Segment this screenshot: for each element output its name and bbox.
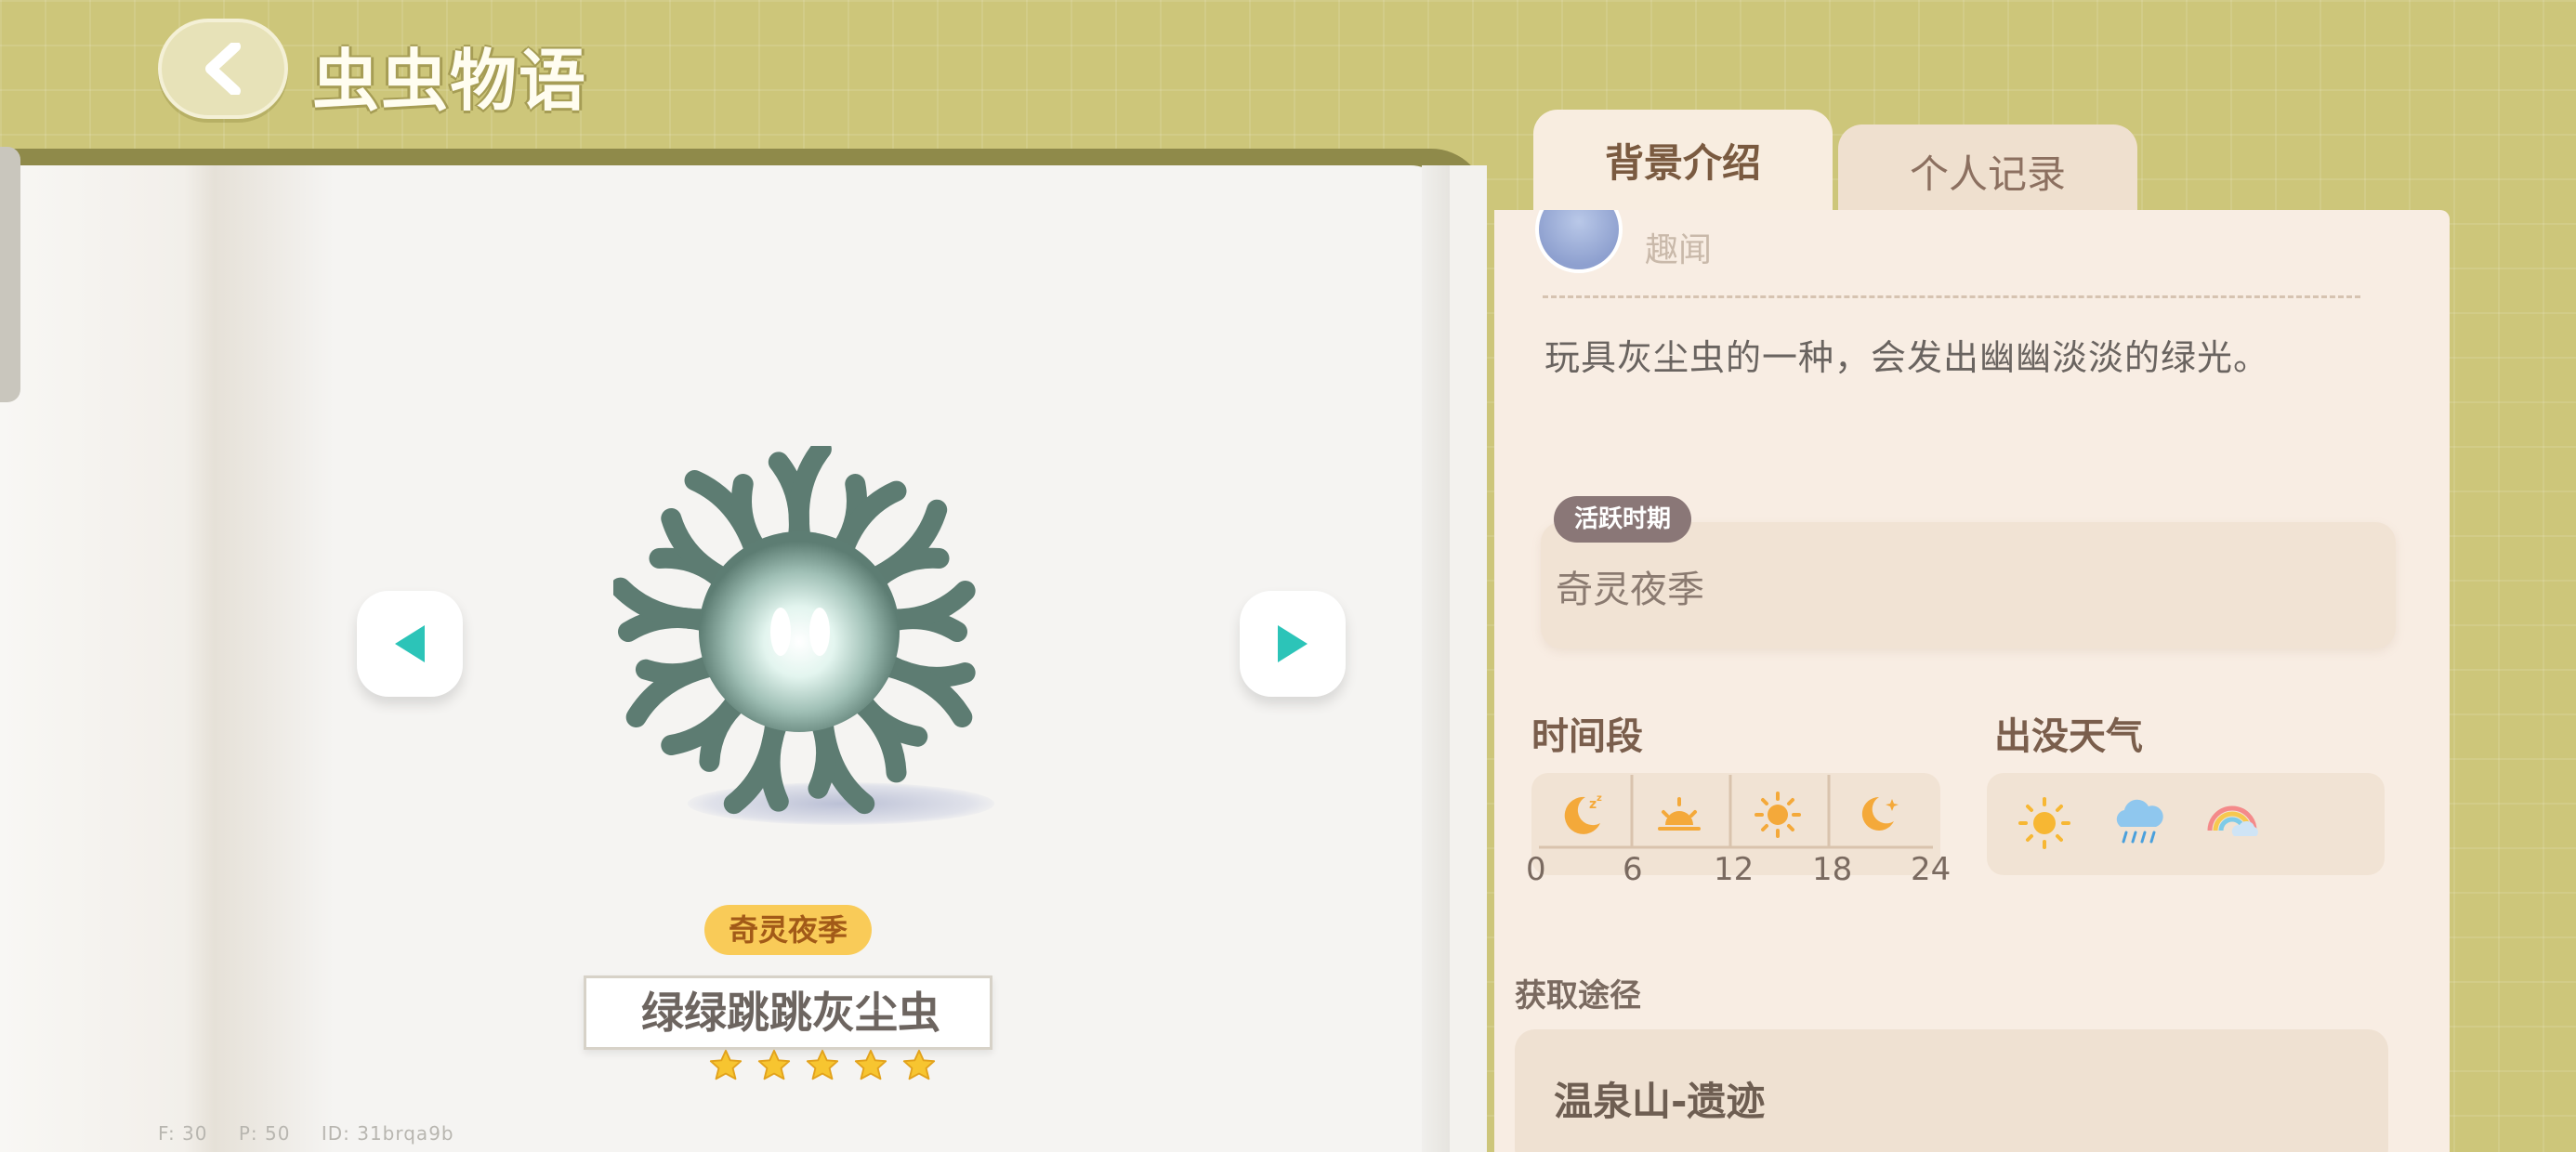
bug-description: 玩具灰尘虫的一种，会发出幽幽淡淡的绿光。	[1544, 337, 2270, 378]
weather-card	[1987, 773, 2385, 875]
obtain-location: 温泉山-遗迹	[1554, 1079, 1766, 1124]
bug-name-plate: 绿绿跳跳灰尘虫	[584, 975, 992, 1050]
moon-star-icon	[1861, 796, 1899, 831]
page-gutter	[1450, 165, 1487, 1152]
obtain-location-card[interactable]: 温泉山-遗迹	[1515, 1029, 2388, 1152]
info-panel: 趣闻 玩具灰尘虫的一种，会发出幽幽淡淡的绿光。 活跃时期 奇灵夜季 时间段 出没…	[1494, 210, 2450, 1152]
active-period-badge: 活跃时期	[1554, 496, 1692, 543]
back-button[interactable]	[158, 19, 288, 119]
chevron-left-icon	[205, 43, 241, 95]
tab-label: 背景介绍	[1604, 140, 1761, 186]
svg-text:z: z	[1589, 797, 1597, 812]
divider	[1543, 295, 2360, 298]
tick-label: 18	[1812, 851, 1853, 888]
page-edge	[1422, 165, 1450, 1152]
star-icon	[854, 1049, 887, 1080]
star-icon	[757, 1049, 791, 1080]
season-badge: 奇灵夜季	[704, 905, 872, 955]
tab-personal-record[interactable]: 个人记录	[1838, 124, 2137, 216]
svg-text:z: z	[1597, 793, 1602, 804]
author-name: 趣闻	[1645, 231, 1713, 269]
tick-label: 0	[1526, 851, 1546, 888]
star-icon	[902, 1049, 936, 1080]
debug-fps: F: 30	[158, 1122, 208, 1145]
tab-background-intro[interactable]: 背景介绍	[1533, 110, 1833, 216]
tick-label: 24	[1911, 851, 1952, 888]
bug-name: 绿绿跳跳灰尘虫	[641, 988, 940, 1038]
rarity-stars	[708, 1048, 937, 1083]
tick-label: 6	[1623, 851, 1643, 888]
time-period-title: 时间段	[1531, 715, 1643, 758]
sleeping-moon-icon: z z	[1564, 793, 1602, 834]
triangle-right-icon	[1278, 625, 1308, 662]
weather-title: 出没天气	[1994, 715, 2143, 758]
previous-bug-button[interactable]	[357, 591, 463, 697]
sun-icon	[1755, 792, 1801, 838]
tab-label: 个人记录	[1909, 151, 2066, 197]
active-period-value: 奇灵夜季	[1556, 569, 1704, 611]
star-icon	[806, 1049, 839, 1080]
creature-illustration	[613, 446, 976, 815]
time-period-card: z z 0 6 12 18 24	[1526, 773, 1951, 888]
sunrise-icon	[1658, 797, 1701, 831]
debug-id: ID: 31brqa9b	[321, 1122, 454, 1145]
triangle-left-icon	[395, 625, 425, 662]
rainbow-icon	[2207, 805, 2258, 836]
star-icon	[709, 1049, 743, 1080]
obtain-title: 获取途径	[1515, 977, 1641, 1015]
side-scroll-handle[interactable]	[0, 147, 20, 402]
tick-label: 12	[1714, 851, 1755, 888]
next-bug-button[interactable]	[1240, 591, 1346, 697]
avatar	[1535, 210, 1623, 273]
page-title: 虫虫物语	[312, 42, 588, 120]
page-spine	[0, 165, 335, 1152]
rain-icon	[2116, 799, 2163, 844]
sunny-icon	[2018, 797, 2070, 849]
debug-ping: P: 50	[238, 1122, 291, 1145]
debug-info: F: 30 P: 50 ID: 31brqa9b	[158, 1122, 479, 1145]
